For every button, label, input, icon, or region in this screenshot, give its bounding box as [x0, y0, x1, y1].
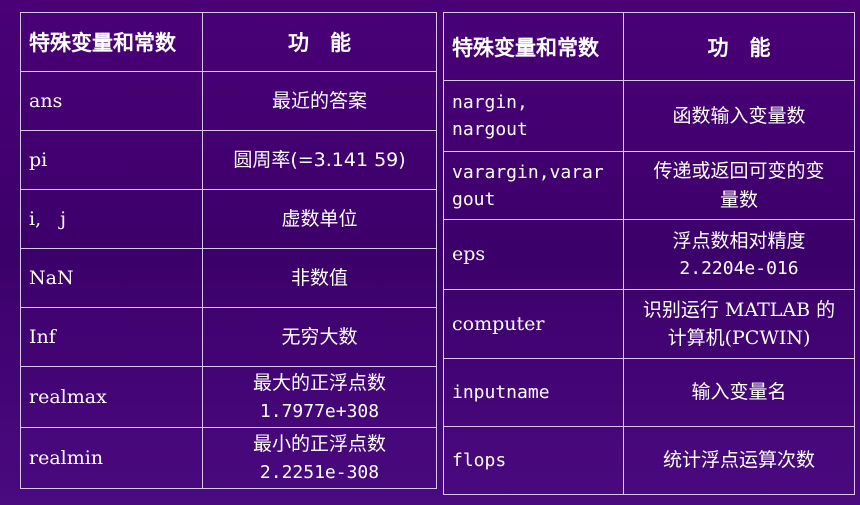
table-row: Inf 无穷大数 — [20, 307, 437, 367]
row-desc-line1: 浮点数相对精度 — [672, 229, 806, 252]
row-name: flops — [443, 426, 624, 495]
row-name: nargin, nargout — [443, 80, 624, 152]
row-desc: 非数值 — [202, 248, 437, 308]
row-desc-line2: 2.2204e-016 — [679, 258, 799, 280]
row-name: computer — [443, 289, 624, 359]
header-function: 功 能 — [202, 12, 437, 72]
table-row: ans 最近的答案 — [20, 71, 437, 131]
table-header-row: 特殊变量和常数 功 能 — [443, 12, 855, 81]
row-name: NaN — [20, 248, 203, 308]
header-name: 特殊变量和常数 — [443, 12, 624, 81]
header-name: 特殊变量和常数 — [20, 12, 203, 72]
header-function: 功 能 — [623, 12, 855, 81]
table-row: eps 浮点数相对精度 2.2204e-016 — [443, 219, 855, 290]
row-desc-line1: 传递或返回可变的变 — [653, 160, 825, 182]
left-constants-table: 特殊变量和常数 功 能 ans 最近的答案 pi 圆周率(=3.141 59) … — [20, 12, 437, 489]
row-desc: 最近的答案 — [202, 71, 437, 131]
row-desc: 识别运行 MATLAB 的 计算机(PCWIN) — [623, 289, 855, 359]
row-name: varargin,varar gout — [443, 151, 624, 220]
row-name: pi — [20, 130, 203, 190]
row-name: i, j — [20, 189, 203, 249]
row-name: realmax — [20, 366, 203, 428]
row-name-line2: nargout — [452, 119, 528, 140]
row-desc: 最小的正浮点数 2.2251e-308 — [202, 427, 437, 489]
row-name: Inf — [20, 307, 203, 367]
row-desc: 最大的正浮点数 1.7977e+308 — [202, 366, 437, 428]
row-desc: 传递或返回可变的变 量数 — [623, 151, 855, 220]
table-header-row: 特殊变量和常数 功 能 — [20, 12, 437, 72]
row-desc: 统计浮点运算次数 — [623, 426, 855, 495]
table-row: i, j 虚数单位 — [20, 189, 437, 249]
row-name-line1: varargin,varar — [452, 161, 604, 183]
row-desc-line2: 2.2251e-308 — [259, 461, 380, 483]
row-desc-line1: 最小的正浮点数 — [252, 433, 386, 456]
row-name: realmin — [20, 427, 203, 489]
right-constants-table: 特殊变量和常数 功 能 nargin, nargout 函数输入变量数 vara… — [443, 12, 855, 495]
row-name-line2: gout — [452, 188, 496, 210]
row-desc: 无穷大数 — [202, 307, 437, 367]
table-row: NaN 非数值 — [20, 248, 437, 308]
row-desc: 虚数单位 — [202, 189, 437, 249]
row-desc: 圆周率(=3.141 59) — [202, 130, 437, 190]
row-desc: 浮点数相对精度 2.2204e-016 — [623, 219, 855, 290]
table-row: inputname 输入变量名 — [443, 358, 855, 427]
row-desc: 输入变量名 — [623, 358, 855, 427]
row-name: ans — [20, 71, 203, 131]
row-desc-line2: 1.7977e+308 — [259, 400, 380, 422]
row-desc-line2: 量数 — [719, 188, 758, 211]
table-row: realmin 最小的正浮点数 2.2251e-308 — [20, 427, 437, 489]
table-row: nargin, nargout 函数输入变量数 — [443, 80, 855, 152]
table-row: computer 识别运行 MATLAB 的 计算机(PCWIN) — [443, 289, 855, 359]
row-name: eps — [443, 219, 624, 290]
row-desc-line2: 计算机(PCWIN) — [667, 327, 811, 349]
row-name: inputname — [443, 358, 624, 427]
table-row: flops 统计浮点运算次数 — [443, 426, 855, 495]
row-desc-line1: 识别运行 MATLAB 的 — [642, 298, 836, 321]
row-desc: 函数输入变量数 — [623, 80, 855, 152]
table-row: realmax 最大的正浮点数 1.7977e+308 — [20, 366, 437, 428]
table-row: varargin,varar gout 传递或返回可变的变 量数 — [443, 151, 855, 220]
table-row: pi 圆周率(=3.141 59) — [20, 130, 437, 190]
row-desc-line1: 最大的正浮点数 — [252, 372, 386, 395]
row-name-line1: nargin, — [452, 92, 528, 113]
